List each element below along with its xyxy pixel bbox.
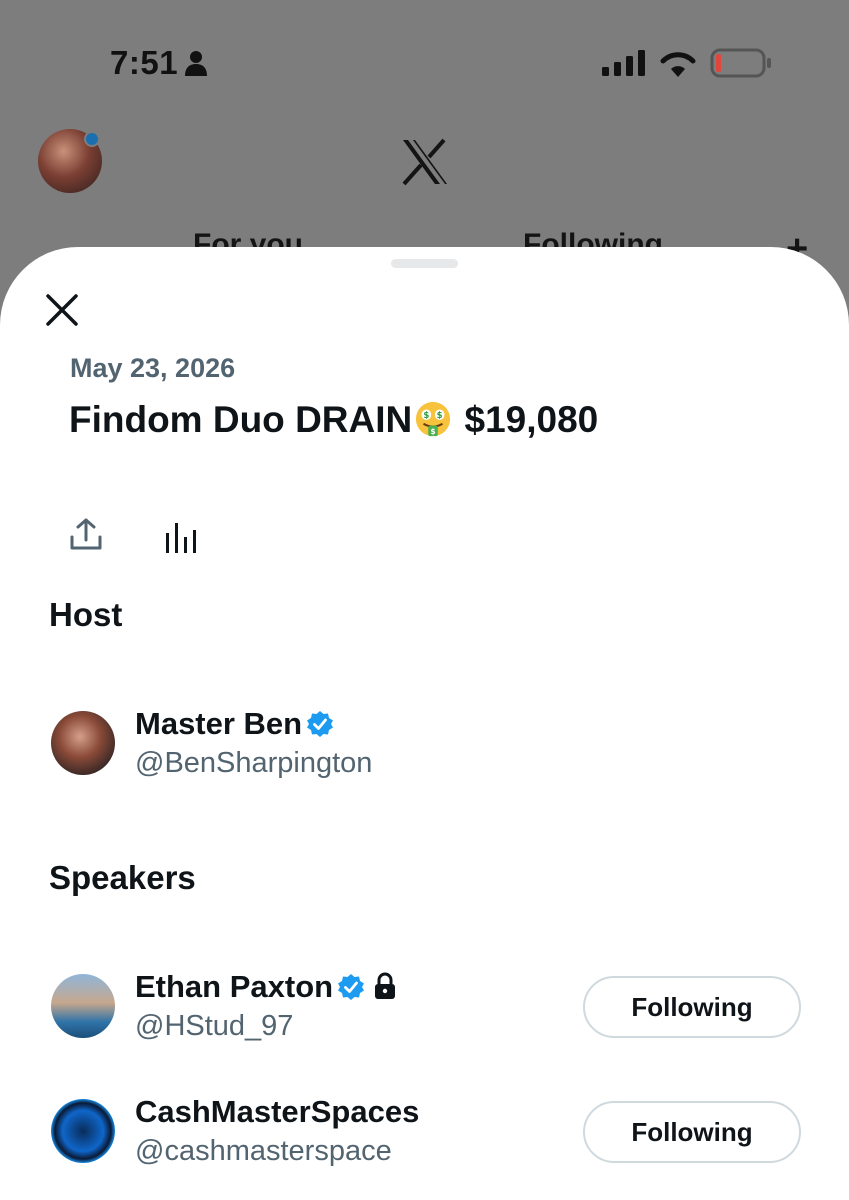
close-icon[interactable] xyxy=(44,292,80,328)
sheet-grabber[interactable] xyxy=(391,259,458,268)
space-date: May 23, 2026 xyxy=(70,353,236,383)
host-heading: Host xyxy=(49,596,123,633)
share-icon[interactable] xyxy=(68,517,104,553)
space-amount: $19,080 xyxy=(464,399,599,440)
speaker-name[interactable]: Ethan Paxton xyxy=(135,969,397,1005)
speaker-row[interactable]: CashMasterSpaces @cashmasterspace Follow… xyxy=(0,1094,849,1184)
battery-icon xyxy=(710,48,771,78)
user-handle: @BenSharpington xyxy=(135,747,373,779)
status-time: 7:51 xyxy=(110,44,179,81)
space-title: Findom Duo DRAIN $ $ $ $19,080 xyxy=(69,399,598,441)
space-details-sheet: May 23, 2026 Findom Duo DRAIN $ $ $ $19,… xyxy=(0,247,849,1200)
following-button[interactable]: Following xyxy=(583,976,801,1038)
verified-badge-icon xyxy=(338,974,365,1000)
user-handle: @HStud_97 xyxy=(135,1010,294,1042)
verified-badge-icon xyxy=(307,711,334,737)
status-bar: 7:51 xyxy=(0,0,849,120)
avatar[interactable] xyxy=(51,1099,115,1163)
money-mouth-face-icon: $ $ $ xyxy=(416,401,451,436)
notification-dot xyxy=(84,131,100,147)
wifi-icon xyxy=(660,52,696,77)
following-button[interactable]: Following xyxy=(583,1101,801,1163)
signal-icon xyxy=(602,50,645,76)
user-name: CashMasterSpaces xyxy=(135,1094,420,1129)
x-logo-icon xyxy=(402,138,447,186)
svg-text:$: $ xyxy=(431,427,436,436)
svg-text:$: $ xyxy=(437,411,443,421)
avatar[interactable] xyxy=(51,711,115,775)
stats-icon[interactable] xyxy=(163,521,199,553)
user-name: Master Ben xyxy=(135,706,303,741)
speaker-row[interactable]: Ethan Paxton @HStud_97 Following xyxy=(0,969,849,1059)
lock-icon xyxy=(375,972,396,999)
host-name[interactable]: Master Ben xyxy=(135,706,334,742)
speakers-heading: Speakers xyxy=(49,859,196,896)
speaker-name[interactable]: CashMasterSpaces xyxy=(135,1094,419,1130)
space-title-text: Findom Duo DRAIN xyxy=(69,399,413,440)
avatar[interactable] xyxy=(51,974,115,1038)
person-icon xyxy=(185,51,207,76)
user-handle: @cashmasterspace xyxy=(135,1135,392,1167)
svg-text:$: $ xyxy=(424,411,430,421)
user-name: Ethan Paxton xyxy=(135,969,334,1004)
host-row[interactable]: Master Ben @BenSharpington xyxy=(0,706,849,796)
